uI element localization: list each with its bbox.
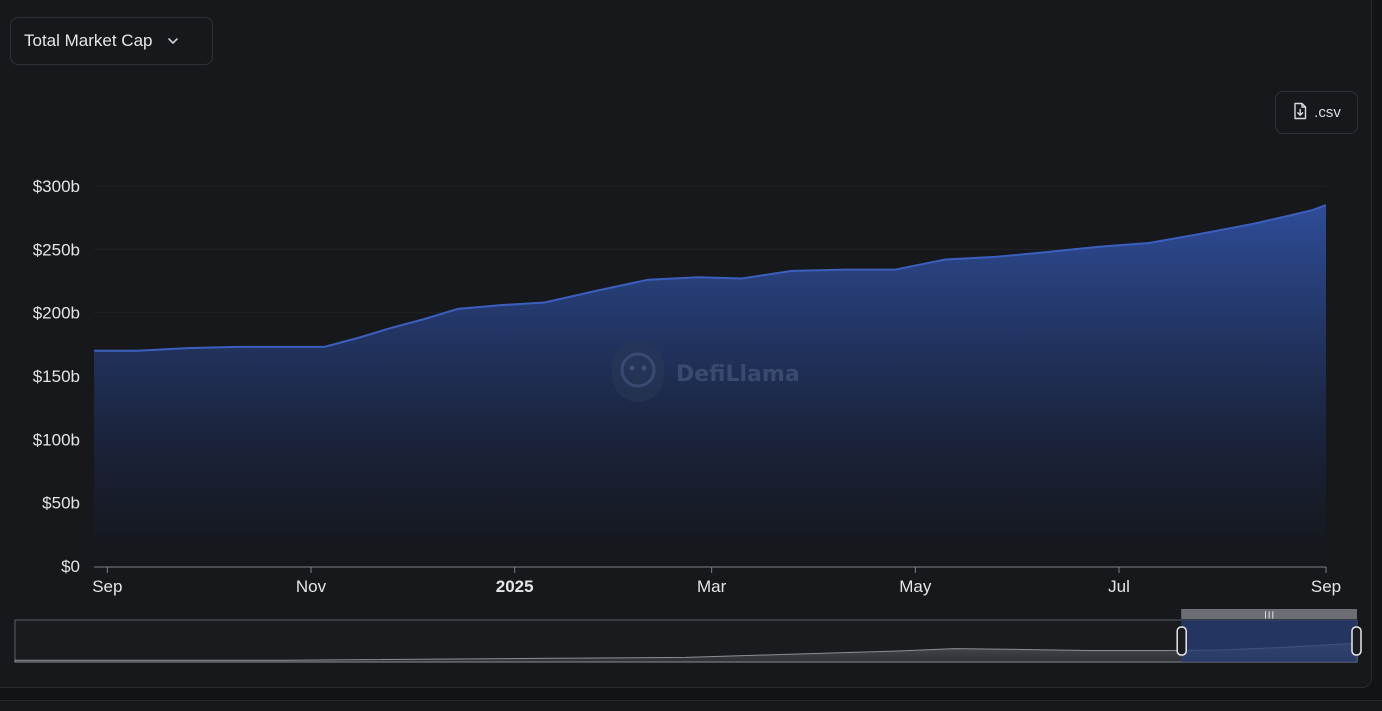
- x-tick-label: 2025: [496, 577, 534, 596]
- navigator-right-handle[interactable]: [1351, 626, 1362, 656]
- y-tick-label: $250b: [33, 240, 80, 259]
- y-tick-label: $50b: [42, 494, 80, 513]
- x-tick-label: Sep: [92, 577, 122, 596]
- next-panel-edge: [0, 700, 1382, 711]
- llama-logo-icon: [612, 342, 664, 402]
- x-tick-label: Sep: [1311, 577, 1341, 596]
- x-tick-label: Nov: [296, 577, 327, 596]
- y-tick-label: $150b: [33, 367, 80, 386]
- x-tick-label: Jul: [1108, 577, 1130, 596]
- navigator-selected-range[interactable]: [1181, 620, 1357, 662]
- range-navigator[interactable]: ┃┃┃: [14, 609, 1362, 663]
- x-tick-label: May: [899, 577, 932, 596]
- market-cap-chart: DefiLlama $0 $50b $100b $150b $200b $250b $300…: [14, 177, 1362, 663]
- navigator-left-handle[interactable]: [1176, 626, 1187, 656]
- drag-grip-icon: ┃┃┃: [1264, 611, 1275, 619]
- x-tick-label: Mar: [697, 577, 727, 596]
- y-tick-label: $300b: [33, 177, 80, 196]
- watermark-text: DefiLlama: [676, 362, 800, 387]
- y-tick-label: $100b: [33, 430, 80, 449]
- y-tick-label: $200b: [33, 304, 80, 323]
- y-tick-label: $0: [61, 557, 80, 576]
